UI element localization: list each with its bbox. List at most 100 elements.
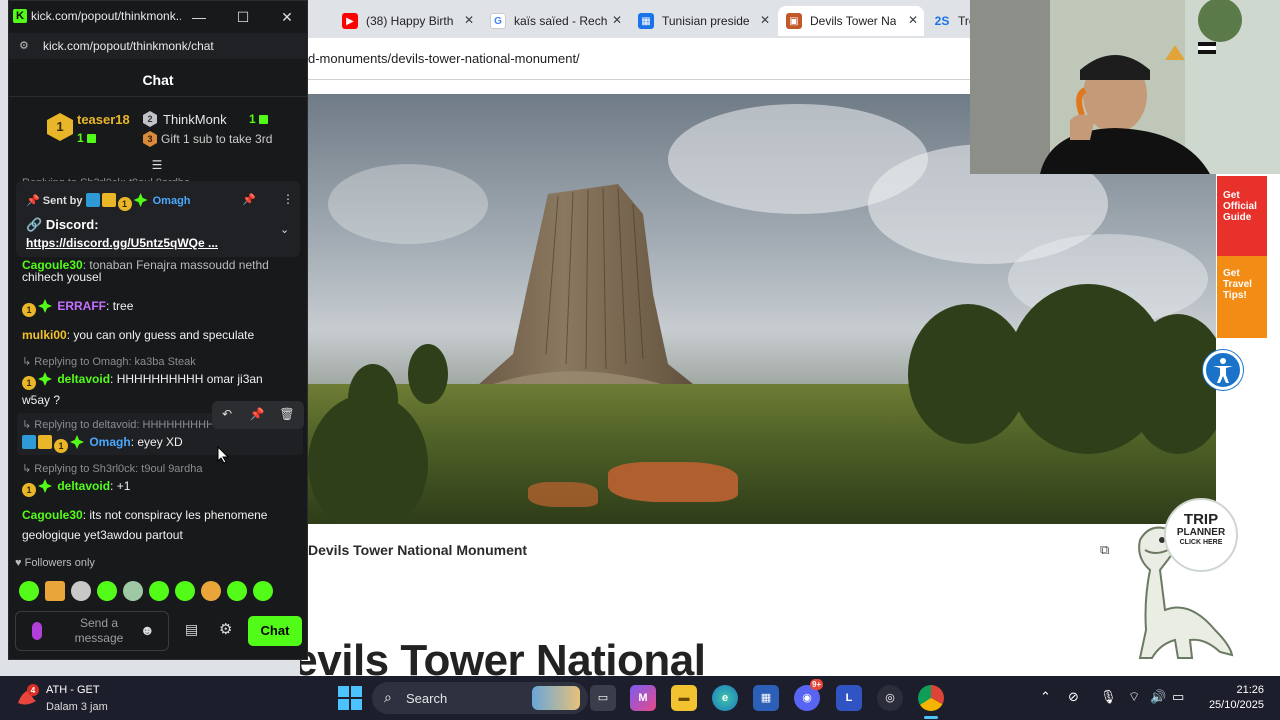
rank-2-badge: 2	[143, 111, 157, 127]
tab-youtube[interactable]: ▶ (38) Happy Birth ✕	[334, 6, 480, 36]
webcam-overlay	[970, 0, 1280, 174]
windows-start-icon[interactable]	[338, 686, 362, 710]
task-view-icon[interactable]: ▭	[590, 685, 616, 711]
tab-tunisian[interactable]: ▦ Tunisian preside ✕	[630, 6, 776, 36]
emote-icon[interactable]	[19, 581, 39, 601]
send-chat-button[interactable]: Chat	[248, 616, 302, 646]
chat-header: Chat	[9, 61, 307, 97]
pin-message-icon[interactable]: 📌	[248, 407, 266, 421]
get-official-guide-button[interactable]: Get Official Guide	[1217, 176, 1267, 256]
microsoft-365-icon[interactable]: M	[630, 685, 656, 711]
rank-3-text[interactable]: Gift 1 sub to take 3rd	[161, 132, 272, 146]
username[interactable]: deltavoid	[57, 479, 110, 493]
minimize-icon[interactable]: —	[189, 7, 209, 27]
address-url[interactable]: d-monuments/devils-tower-national-monume…	[308, 51, 580, 66]
unpin-icon[interactable]: 📌	[242, 193, 256, 206]
rank-2-name[interactable]: ThinkMonk	[163, 112, 227, 127]
close-icon[interactable]: ✕	[760, 13, 770, 27]
message-text: tree	[112, 299, 134, 313]
emoji-icon[interactable]: ☻	[140, 622, 155, 638]
chevron-down-icon[interactable]: ⌄	[280, 223, 289, 236]
emote-icon[interactable]	[123, 581, 143, 601]
emote-icon[interactable]	[253, 581, 273, 601]
pin-icon: 📌	[26, 195, 40, 207]
og-badge-icon	[133, 193, 148, 207]
share-icon[interactable]: ⧉	[1100, 542, 1109, 558]
chat-message[interactable]: 1 Omagh: eyey XD	[22, 432, 294, 453]
wifi-icon[interactable]: ⌔	[1128, 689, 1140, 705]
taskbar-search[interactable]: ⌕ Search	[372, 682, 588, 714]
chat-input[interactable]: Send a message ☻	[15, 611, 169, 651]
battery-icon[interactable]: ▭	[1172, 689, 1184, 705]
accessibility-icon[interactable]	[1203, 350, 1243, 390]
message-text: you can only guess and speculate	[73, 328, 255, 342]
l-app-icon[interactable]: L	[836, 685, 862, 711]
network-off-icon[interactable]: ⊘	[1068, 689, 1079, 705]
discord-icon[interactable]: ◉ 9+	[794, 679, 824, 711]
username[interactable]: Omagh	[89, 435, 130, 449]
discord-badge: 9+	[810, 679, 824, 690]
pinned-message[interactable]: 📌 Sent by 1 Omagh 📌 ⋮ 🔗 Discord: https:/…	[16, 181, 300, 257]
emote-icon[interactable]	[175, 581, 195, 601]
link-icon: 🔗	[26, 217, 43, 232]
chrome-icon[interactable]	[918, 685, 944, 711]
clock-time: 21:26	[1236, 684, 1264, 696]
weather-badge: 4	[31, 686, 36, 695]
emote-icon[interactable]	[71, 581, 91, 601]
obs-icon[interactable]: ◎	[877, 685, 903, 711]
microsoft-store-icon[interactable]: ▦	[753, 685, 779, 711]
gear-icon[interactable]: ⚙	[219, 620, 232, 638]
kick-logo-icon: K	[13, 9, 27, 23]
crown-badge-icon	[101, 193, 116, 207]
vip-badge-icon	[22, 435, 36, 449]
close-icon[interactable]: ✕	[464, 13, 474, 27]
close-icon[interactable]: ✕	[908, 13, 918, 27]
username[interactable]: deltavoid	[57, 372, 110, 386]
chat-message: chihech yousel	[22, 267, 294, 287]
site-icon: ▣	[786, 13, 802, 29]
click-here-label: CLICK HERE	[1179, 539, 1223, 546]
username[interactable]: mulki00	[22, 328, 67, 342]
site-settings-icon[interactable]: ⚙	[19, 39, 33, 53]
chevron-up-icon[interactable]: ⌃	[1040, 689, 1051, 705]
reply-context: ↳ Replying to Omagh: ka3ba Steak	[22, 356, 196, 368]
delete-icon[interactable]: 🗑	[278, 407, 296, 421]
emote-icon[interactable]	[97, 581, 117, 601]
close-icon[interactable]: ✕	[612, 13, 622, 27]
file-explorer-icon[interactable]: ▬	[671, 685, 697, 711]
trip-label: TRIP	[1183, 511, 1219, 528]
username[interactable]: ERRAFF	[57, 299, 106, 313]
youtube-icon: ▶	[342, 13, 358, 29]
more-options-icon[interactable]: ⋮	[282, 192, 294, 206]
tab-devils-tower[interactable]: ▣ Devils Tower Na ✕	[778, 6, 924, 36]
planner-label: PLANNER	[1176, 527, 1226, 538]
emote-icon[interactable]	[149, 581, 169, 601]
edge-icon[interactable]: e	[712, 685, 738, 711]
store-icon[interactable]: ▤	[185, 621, 198, 638]
emote-icon[interactable]	[45, 581, 65, 601]
trip-planner-button[interactable]: TRIP PLANNER CLICK HERE	[1164, 498, 1238, 572]
emote-icon[interactable]	[227, 581, 247, 601]
chat-message: mulki00: you can only guess and speculat…	[22, 328, 255, 342]
search-highlight-icon	[532, 686, 580, 710]
clock[interactable]: 21:26 25/10/2025	[1204, 683, 1264, 713]
pinned-sender[interactable]: Omagh	[153, 195, 191, 207]
tab-google[interactable]: G kaïs saïed - Rech ✕	[482, 6, 628, 36]
google-icon: G	[490, 13, 506, 29]
rank-1-name[interactable]: teaser18	[77, 112, 130, 127]
emote-icon[interactable]	[201, 581, 221, 601]
microphone-icon[interactable]	[32, 622, 42, 640]
maximize-icon[interactable]: ☐	[233, 7, 253, 27]
get-travel-tips-button[interactable]: Get Travel Tips!	[1217, 256, 1267, 338]
rank-2-gift: 1	[249, 112, 268, 126]
discord-link[interactable]: https://discord.gg/U5ntz5qWQe ...	[26, 236, 218, 250]
reply-icon[interactable]: ↶	[218, 407, 236, 421]
message-text: eyey XD	[137, 435, 183, 449]
tab-2s[interactable]: 2S Tre	[926, 6, 976, 36]
volume-icon[interactable]: 🔊	[1150, 689, 1166, 705]
microphone-tray-icon[interactable]: 🎙	[1100, 689, 1117, 705]
close-icon[interactable]: ✕	[277, 7, 297, 27]
weather-alert-icon: 4	[18, 684, 39, 705]
username[interactable]: Cagoule30	[22, 508, 83, 522]
search-icon: ⌕	[384, 689, 392, 705]
